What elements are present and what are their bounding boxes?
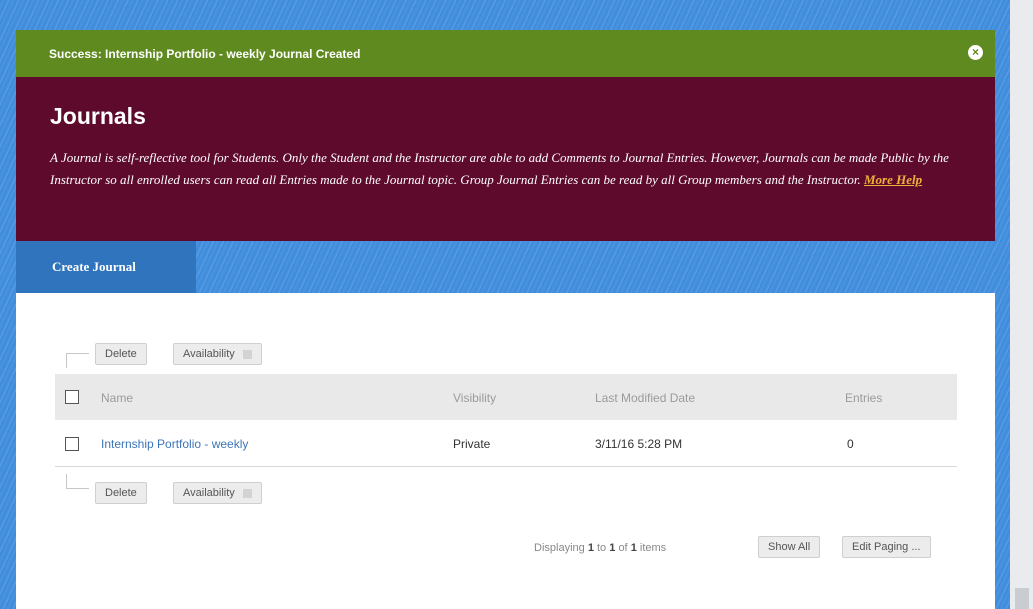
availability-button-top[interactable]: Availability <box>173 343 262 365</box>
edit-paging-button[interactable]: Edit Paging ... <box>842 536 931 558</box>
availability-label: Availability <box>183 487 235 499</box>
column-last-modified[interactable]: Last Modified Date <box>595 391 695 405</box>
table-header: Name Visibility Last Modified Date Entri… <box>55 374 957 420</box>
table-row: Internship Portfolio - weekly Private 3/… <box>55 420 957 467</box>
journal-modified-date: 3/11/16 5:28 PM <box>595 437 683 451</box>
journal-entries-count: 0 <box>847 437 854 451</box>
journals-panel: Success: Internship Portfolio - weekly J… <box>16 30 995 609</box>
success-message: Success: Internship Portfolio - weekly J… <box>49 46 361 61</box>
paging-total: 1 <box>630 542 637 554</box>
paging-from: 1 <box>587 542 594 554</box>
availability-label: Availability <box>183 348 235 360</box>
window-scrollbar[interactable] <box>1010 0 1033 609</box>
create-journal-button[interactable]: Create Journal <box>16 241 196 293</box>
delete-label: Delete <box>105 487 137 499</box>
page-description: A Journal is self-reflective tool for St… <box>50 147 950 191</box>
close-icon[interactable]: × <box>968 45 983 60</box>
more-help-link[interactable]: More Help <box>864 172 922 187</box>
column-name[interactable]: Name <box>101 391 133 405</box>
journal-visibility: Private <box>453 437 491 451</box>
chevron-down-icon <box>242 488 252 498</box>
action-bar: Create Journal <box>16 241 995 293</box>
availability-button-bottom[interactable]: Availability <box>173 482 262 504</box>
paging-prefix: Displaying <box>534 542 585 554</box>
delete-label: Delete <box>105 348 137 360</box>
paging-to-word: to <box>597 542 607 554</box>
delete-button-top[interactable]: Delete <box>95 343 147 365</box>
scrollbar-thumb[interactable] <box>1015 588 1029 609</box>
page-header: Journals A Journal is self-reflective to… <box>16 77 995 241</box>
paging-of-word: of <box>618 542 628 554</box>
delete-button-bottom[interactable]: Delete <box>95 482 147 504</box>
paging-status: Displaying 1 to 1 of 1 items <box>534 542 666 554</box>
journal-name-link[interactable]: Internship Portfolio - weekly <box>101 437 248 451</box>
row-checkbox[interactable] <box>65 437 79 451</box>
select-all-checkbox[interactable] <box>65 390 79 404</box>
description-text: A Journal is self-reflective tool for St… <box>50 150 949 187</box>
paging-to: 1 <box>609 542 616 554</box>
success-banner: Success: Internship Portfolio - weekly J… <box>16 30 995 77</box>
column-entries[interactable]: Entries <box>845 391 882 405</box>
toolbar-connector-top <box>66 353 89 368</box>
show-all-button[interactable]: Show All <box>758 536 821 558</box>
chevron-down-icon <box>242 349 252 359</box>
column-visibility[interactable]: Visibility <box>453 391 496 405</box>
paging-items-word: items <box>639 542 667 554</box>
page-title: Journals <box>50 103 146 129</box>
toolbar-connector-bottom <box>66 474 89 489</box>
